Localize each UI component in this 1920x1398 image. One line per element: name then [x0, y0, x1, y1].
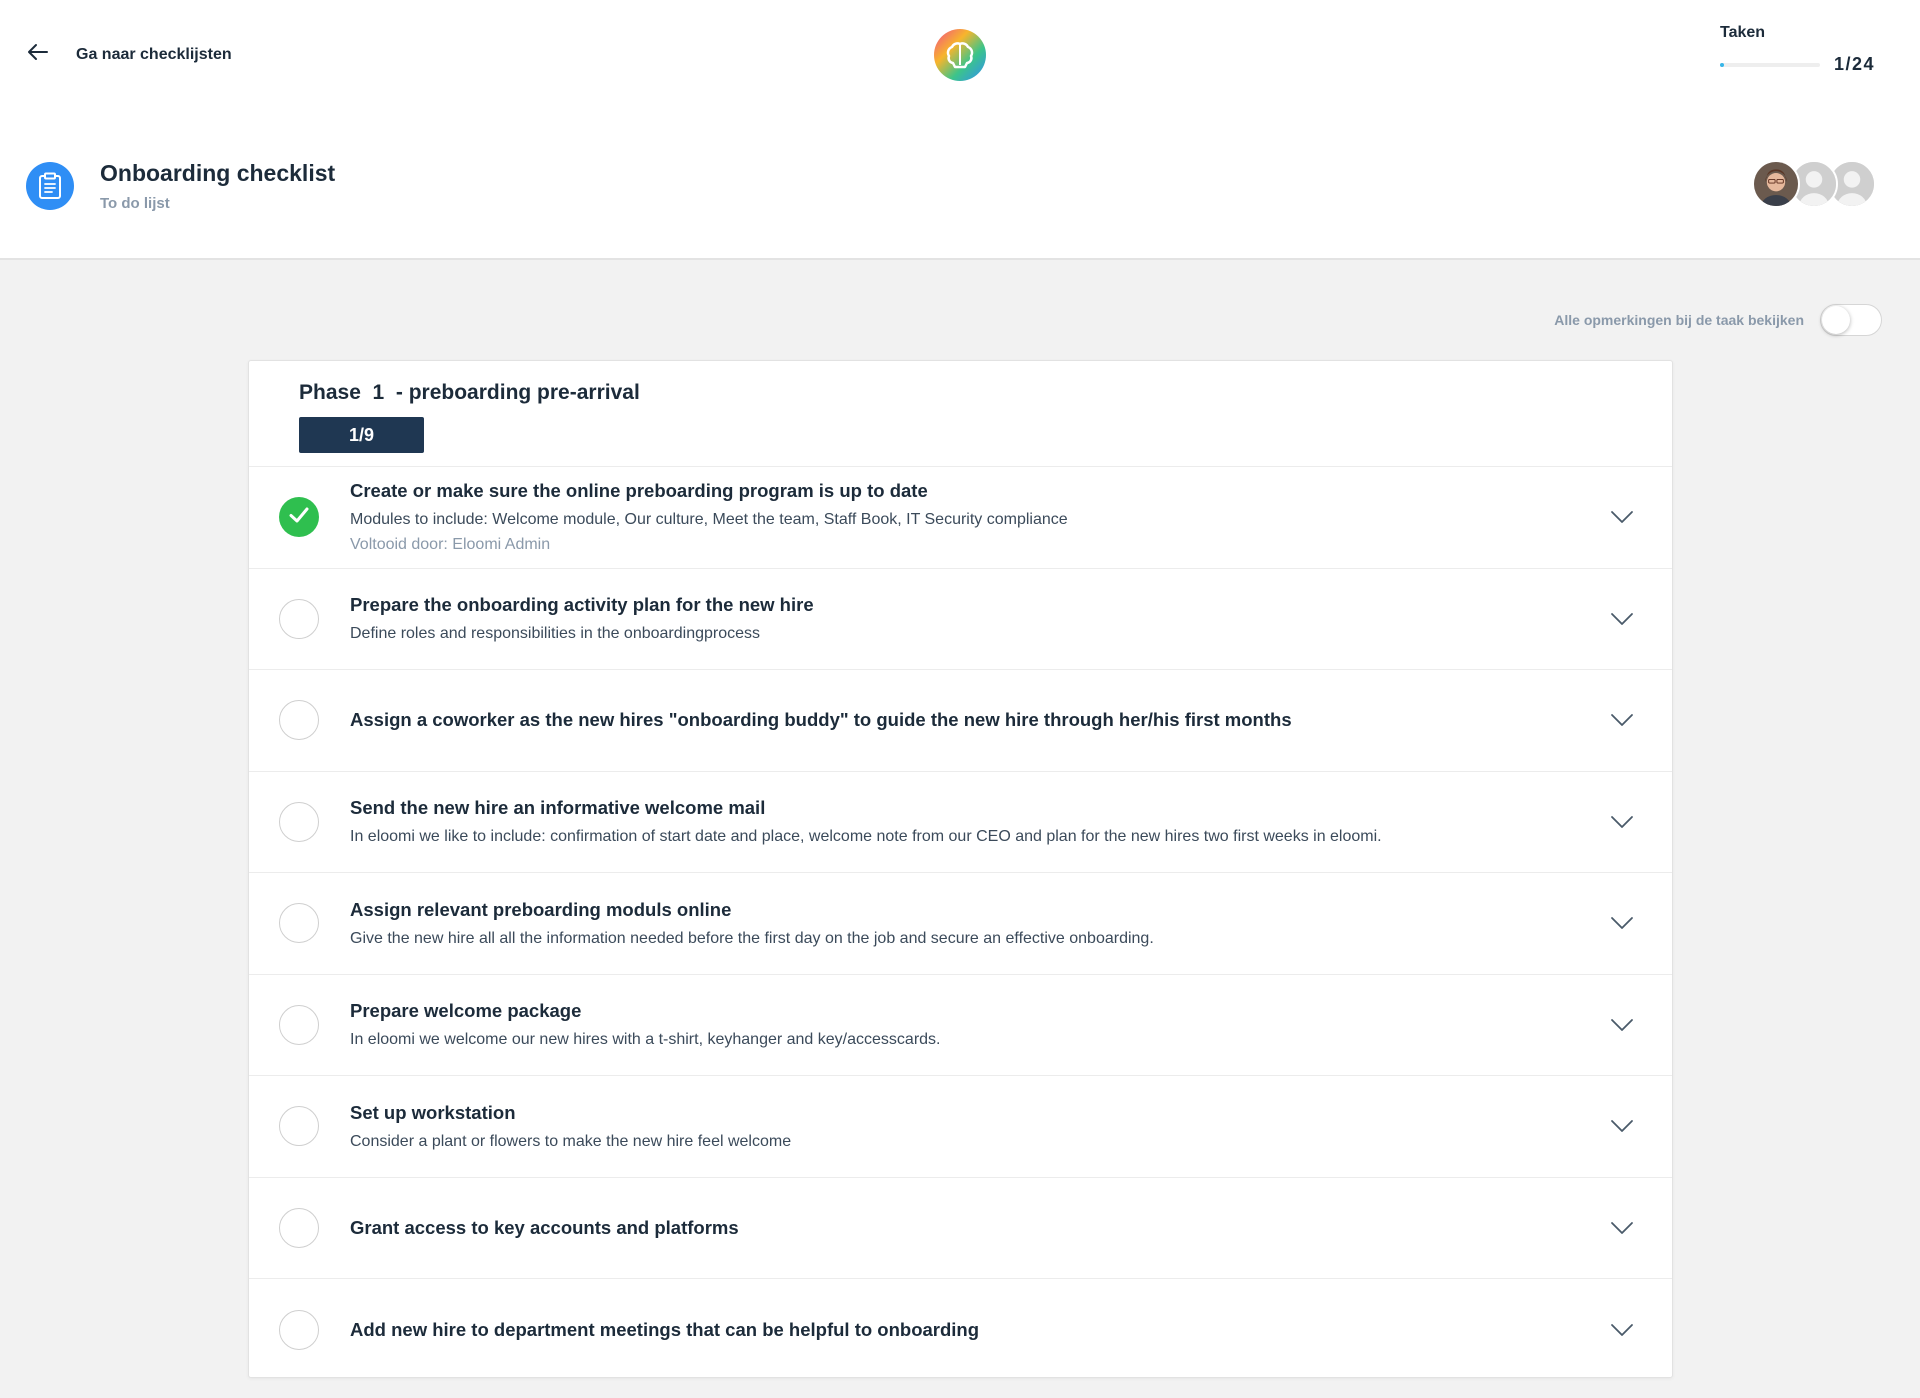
task-row[interactable]: Add new hire to department meetings that… — [249, 1279, 1672, 1381]
task-title: Create or make sure the online preboardi… — [350, 480, 928, 502]
task-description: Define roles and responsibilities in the… — [350, 625, 761, 643]
comments-toggle-switch[interactable] — [1820, 304, 1882, 336]
comments-toggle-row: Alle opmerkingen bij de taak bekijken — [1554, 304, 1882, 336]
task-title: Assign a coworker as the new hires "onbo… — [350, 709, 1292, 731]
task-row[interactable]: Create or make sure the online preboardi… — [249, 467, 1672, 569]
avatar-user-photo[interactable] — [1752, 160, 1800, 208]
task-completed-by: Voltooid door: Eloomi Admin — [350, 536, 551, 554]
chevron-down-icon[interactable] — [1610, 1323, 1634, 1337]
task-body: Create or make sure the online preboardi… — [350, 480, 1592, 554]
task-description: In eloomi we like to include: confirmati… — [350, 828, 1382, 846]
chevron-down-icon[interactable] — [1610, 815, 1634, 829]
arrow-left-icon — [26, 40, 50, 69]
task-checkbox[interactable] — [279, 801, 319, 842]
phase-progress-badge: 1/9 — [299, 417, 424, 453]
task-row[interactable]: Send the new hire an informative welcome… — [249, 772, 1672, 873]
task-checkbox-checked[interactable] — [279, 497, 319, 538]
task-title: Prepare welcome package — [350, 1000, 582, 1022]
phase-header: Phase 1 - preboarding pre-arrival 1/9 — [249, 361, 1672, 467]
tasks-progress-fill — [1720, 62, 1725, 67]
task-title: Add new hire to department meetings that… — [350, 1318, 980, 1340]
task-row[interactable]: Assign a coworker as the new hires "onbo… — [249, 670, 1672, 772]
task-body: Prepare welcome package In eloomi we wel… — [350, 1000, 1592, 1049]
task-row[interactable]: Assign relevant preboarding moduls onlin… — [249, 873, 1672, 975]
task-title: Grant access to key accounts and platfor… — [350, 1216, 739, 1238]
task-checkbox[interactable] — [279, 903, 319, 944]
comments-toggle-label: Alle opmerkingen bij de taak bekijken — [1554, 312, 1804, 328]
top-header: Ga naar checklijsten Taken 1/24 Onboardi… — [0, 0, 1920, 260]
tasks-progress-title: Taken — [1720, 24, 1766, 41]
task-body: Assign a coworker as the new hires "onbo… — [350, 709, 1592, 731]
task-checkbox[interactable] — [279, 1004, 319, 1045]
toggle-knob — [1822, 306, 1850, 334]
page-subtitle: To do lijst — [100, 195, 170, 212]
task-body: Add new hire to department meetings that… — [350, 1319, 1592, 1341]
task-row[interactable]: Grant access to key accounts and platfor… — [249, 1178, 1672, 1279]
task-body: Prepare the onboarding activity plan for… — [350, 594, 1592, 643]
task-checkbox[interactable] — [279, 1309, 319, 1350]
task-checkbox[interactable] — [279, 700, 319, 741]
task-row[interactable]: Set up workstation Consider a plant or f… — [249, 1076, 1672, 1178]
chevron-down-icon[interactable] — [1610, 1018, 1634, 1032]
chevron-down-icon[interactable] — [1610, 1221, 1634, 1235]
task-description: Consider a plant or flowers to make the … — [350, 1132, 792, 1150]
task-row[interactable]: Prepare welcome package In eloomi we wel… — [249, 975, 1672, 1076]
task-body: Send the new hire an informative welcome… — [350, 797, 1592, 846]
task-title: Send the new hire an informative welcome… — [350, 797, 766, 819]
task-checkbox[interactable] — [279, 1106, 319, 1147]
task-row[interactable]: Prepare the onboarding activity plan for… — [249, 569, 1672, 670]
tasks-progress-count: 1/24 — [1834, 54, 1876, 74]
task-description: In eloomi we welcome our new hires with … — [350, 1031, 941, 1049]
tasks-progress: Taken 1/24 — [1720, 24, 1890, 75]
task-title: Prepare the onboarding activity plan for… — [350, 594, 814, 616]
chevron-down-icon[interactable] — [1610, 713, 1634, 727]
checklist-title-block: Onboarding checklist To do lijst — [26, 160, 335, 212]
tasks-progress-bar — [1720, 62, 1820, 67]
page-title: Onboarding checklist — [100, 160, 336, 186]
task-title: Set up workstation — [350, 1101, 516, 1123]
task-description: Modules to include: Welcome module, Our … — [350, 511, 1068, 529]
task-checkbox[interactable] — [279, 598, 319, 639]
back-to-checklists-link[interactable]: Ga naar checklijsten — [26, 40, 232, 69]
brain-logo-icon — [934, 29, 986, 81]
phase-card: Phase 1 - preboarding pre-arrival 1/9 Cr… — [248, 360, 1673, 1378]
assignee-avatars — [1752, 160, 1882, 210]
chevron-down-icon[interactable] — [1610, 1119, 1634, 1133]
task-body: Grant access to key accounts and platfor… — [350, 1217, 1592, 1239]
task-list: Create or make sure the online preboardi… — [249, 467, 1672, 1381]
back-label: Ga naar checklijsten — [76, 45, 232, 63]
clipboard-icon — [26, 162, 74, 210]
task-description: Give the new hire all all the informatio… — [350, 929, 1154, 947]
task-body: Set up workstation Consider a plant or f… — [350, 1102, 1592, 1151]
task-title: Assign relevant preboarding moduls onlin… — [350, 898, 732, 920]
task-body: Assign relevant preboarding moduls onlin… — [350, 899, 1592, 948]
chevron-down-icon[interactable] — [1610, 612, 1634, 626]
chevron-down-icon[interactable] — [1610, 510, 1634, 524]
task-checkbox[interactable] — [279, 1207, 319, 1248]
chevron-down-icon[interactable] — [1610, 916, 1634, 930]
checkmark-icon — [287, 503, 311, 532]
phase-title: Phase 1 - preboarding pre-arrival — [299, 381, 640, 404]
